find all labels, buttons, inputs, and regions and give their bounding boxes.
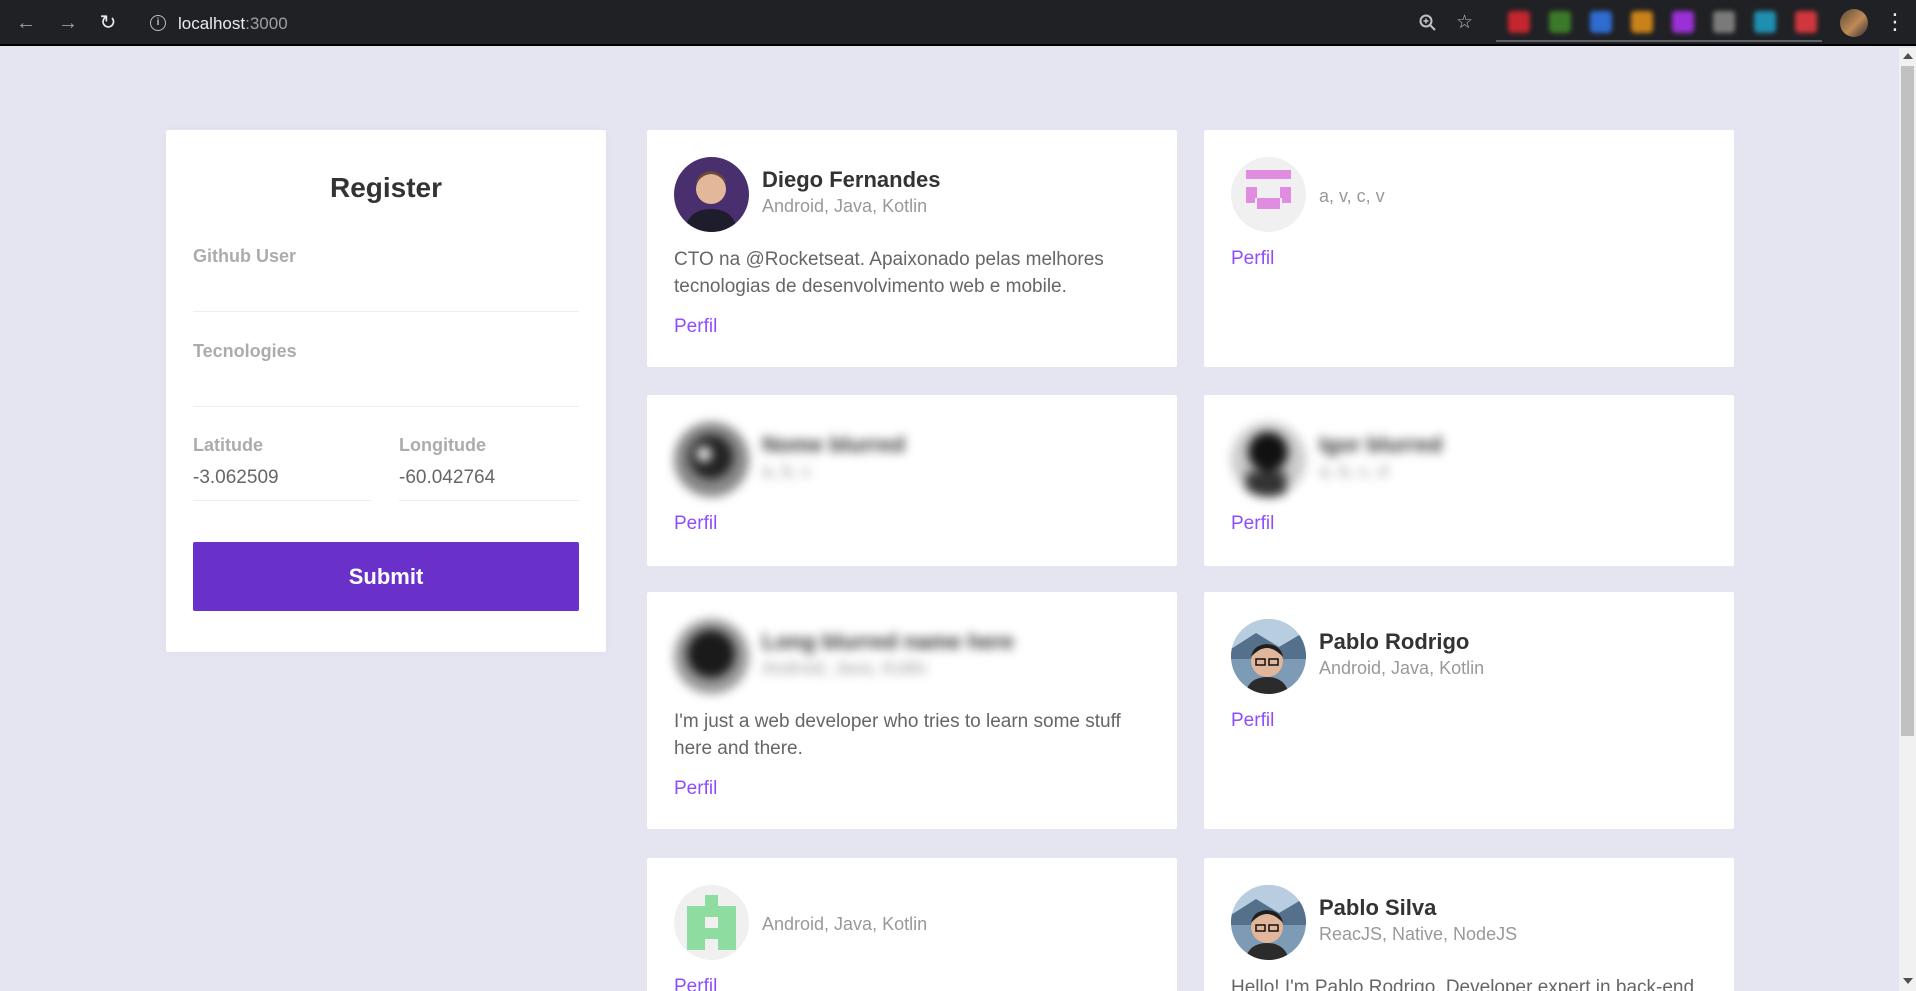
- more-menu-icon[interactable]: ⋮: [1884, 9, 1906, 37]
- dev-card: Pablo Rodrigo Android, Java, Kotlin Perf…: [1204, 592, 1734, 829]
- extension-icon[interactable]: [1672, 11, 1694, 33]
- dev-name: Pablo Silva: [1319, 895, 1437, 920]
- dev-bio: Hello! I'm Pablo Rodrigo, Developer expe…: [1231, 977, 1695, 991]
- techs-underline: [193, 406, 579, 407]
- dev-techs: Android, Java, Kotlin: [762, 914, 928, 934]
- github-user-underline: [193, 311, 579, 312]
- latitude-underline: [193, 500, 371, 501]
- dev-techs: ReacJS, Native, NodeJS: [1319, 924, 1518, 944]
- zoom-icon[interactable]: [1418, 13, 1438, 39]
- back-arrow-icon[interactable]: ←: [12, 9, 40, 37]
- dev-name: Pablo Rodrigo: [1319, 629, 1470, 654]
- url-port: :3000: [245, 14, 288, 33]
- github-user-label: Github User: [193, 246, 297, 266]
- dev-bio: CTO na @Rocketseat. Apaixonado pelas mel…: [674, 249, 1104, 297]
- extension-icon[interactable]: [1549, 11, 1571, 33]
- perfil-link[interactable]: Perfil: [1231, 710, 1274, 732]
- dev-avatar: [674, 619, 749, 694]
- dev-techs: a, b, c, d: [1319, 461, 1389, 481]
- techs-input[interactable]: [193, 373, 579, 401]
- dev-techs: a, b, c: [762, 461, 812, 481]
- scroll-up-icon[interactable]: [1903, 53, 1913, 59]
- dev-avatar: [1231, 619, 1306, 694]
- dev-avatar: [674, 885, 749, 960]
- scroll-thumb[interactable]: [1901, 66, 1914, 736]
- perfil-link[interactable]: Perfil: [1231, 248, 1274, 270]
- dev-card: Android, Java, Kotlin Perfil: [647, 858, 1177, 991]
- perfil-link[interactable]: Perfil: [1231, 513, 1274, 535]
- dev-card: Diego Fernandes Android, Java, Kotlin CT…: [647, 130, 1177, 367]
- address-bar[interactable]: i localhost:3000 ☆: [138, 6, 1478, 40]
- perfil-link[interactable]: Perfil: [674, 513, 717, 535]
- forward-arrow-icon[interactable]: →: [54, 9, 82, 37]
- register-panel: Register Github User Tecnologies Latitud…: [166, 130, 606, 652]
- latitude-label: Latitude: [193, 435, 263, 455]
- url-host: localhost: [178, 14, 246, 33]
- submit-button[interactable]: Submit: [193, 542, 579, 611]
- register-title: Register: [329, 172, 443, 203]
- dev-name: Long blurred name here: [762, 629, 1014, 654]
- dev-techs: a, v, c, v: [1319, 186, 1385, 206]
- longitude-label: Longitude: [399, 435, 486, 455]
- browser-toolbar: ← → ↻ i localhost:3000 ☆ ⋮: [0, 0, 1916, 46]
- reload-icon[interactable]: ↻: [94, 9, 122, 37]
- perfil-link[interactable]: Perfil: [674, 778, 717, 800]
- profile-avatar-icon[interactable]: [1840, 9, 1868, 37]
- address-url[interactable]: localhost:3000: [178, 14, 288, 34]
- toolbar-divider: [1496, 40, 1822, 42]
- dev-name: Igor blurred: [1319, 432, 1443, 457]
- dev-avatar: [674, 422, 749, 497]
- extension-icon[interactable]: [1713, 11, 1735, 33]
- dev-card: Igor blurred a, b, c, d Perfil: [1204, 395, 1734, 566]
- github-user-input[interactable]: [193, 278, 579, 306]
- extension-icon[interactable]: [1754, 11, 1776, 33]
- dev-techs: Android, Java, Kotlin: [1319, 658, 1485, 678]
- extension-icon[interactable]: [1631, 11, 1653, 33]
- dev-card: Nome blurred a, b, c Perfil: [647, 395, 1177, 566]
- extension-icon[interactable]: [1508, 11, 1530, 33]
- longitude-underline: [399, 500, 579, 501]
- extension-icon[interactable]: [1590, 11, 1612, 33]
- dev-card: Long blurred name here Android, Java, Ko…: [647, 592, 1177, 829]
- longitude-input[interactable]: -60.042764: [399, 467, 495, 489]
- dev-name: Nome blurred: [762, 432, 906, 457]
- bookmark-star-icon[interactable]: ☆: [1456, 11, 1473, 34]
- dev-avatar: [1231, 157, 1306, 232]
- dev-name: Diego Fernandes: [762, 167, 941, 192]
- extension-icon[interactable]: [1795, 11, 1817, 33]
- dev-techs: Android, Java, Kotlin: [762, 658, 928, 678]
- perfil-link[interactable]: Perfil: [674, 316, 717, 338]
- dev-techs: Android, Java, Kotlin: [762, 196, 928, 216]
- dev-card: a, v, c, v Perfil: [1204, 130, 1734, 367]
- scroll-down-icon[interactable]: [1903, 978, 1913, 984]
- dev-avatar: [1231, 885, 1306, 960]
- latitude-input[interactable]: -3.062509: [193, 467, 279, 489]
- site-info-icon[interactable]: i: [150, 15, 166, 31]
- perfil-link[interactable]: Perfil: [674, 976, 717, 991]
- page-scrollbar[interactable]: [1899, 48, 1916, 991]
- dev-avatar: [1231, 422, 1306, 497]
- dev-bio: I'm just a web developer who tries to le…: [674, 711, 1121, 759]
- techs-label: Tecnologies: [193, 341, 297, 361]
- dev-card: Pablo Silva ReacJS, Native, NodeJS Hello…: [1204, 858, 1734, 991]
- dev-avatar: [674, 157, 749, 232]
